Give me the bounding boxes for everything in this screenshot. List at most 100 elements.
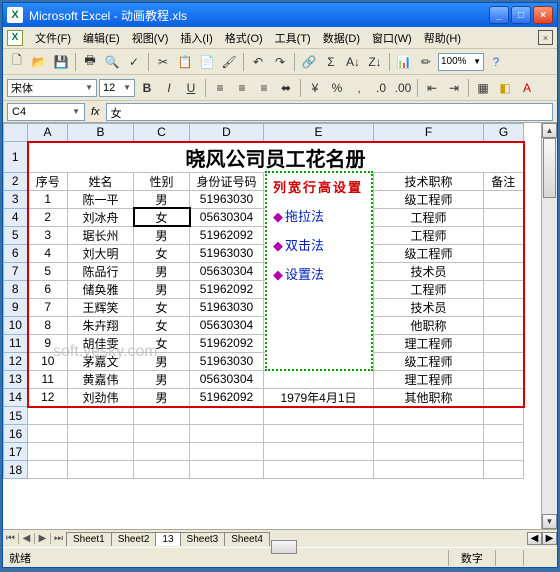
font-color-button[interactable]: A	[517, 78, 537, 98]
align-center-button[interactable]: ≡	[232, 78, 252, 98]
tab-13[interactable]: 13	[155, 532, 180, 546]
col-E[interactable]: E	[264, 124, 374, 142]
currency-button[interactable]: ¥	[305, 78, 325, 98]
scroll-up-button[interactable]: ▲	[542, 123, 557, 138]
tab-nav-last[interactable]: ⏭	[51, 533, 67, 544]
fx-icon[interactable]: fx	[91, 106, 100, 118]
help-button[interactable]: ?	[486, 52, 506, 72]
save-button[interactable]: 💾	[51, 52, 71, 72]
paste-button[interactable]: 📄	[197, 52, 217, 72]
tab-sheet1[interactable]: Sheet1	[66, 532, 112, 546]
scroll-thumb[interactable]	[543, 138, 556, 198]
menu-help[interactable]: 帮助(H)	[418, 28, 467, 48]
active-cell[interactable]: 女	[134, 208, 190, 226]
hscroll-thumb[interactable]	[271, 540, 297, 554]
copy-button[interactable]: 📋	[175, 52, 195, 72]
menu-window[interactable]: 窗口(W)	[366, 28, 418, 48]
cut-button[interactable]: ✂	[153, 52, 173, 72]
inc-indent-button[interactable]: ⇥	[444, 78, 464, 98]
tab-nav-prev[interactable]: ◀	[19, 533, 35, 544]
menu-insert[interactable]: 插入(I)	[174, 28, 218, 48]
col-G[interactable]: G	[484, 124, 524, 142]
hdr-id[interactable]: 身份证号码	[190, 172, 264, 190]
link-button[interactable]: 🔗	[299, 52, 319, 72]
title-bar[interactable]: X Microsoft Excel - 动画教程.xls _ □ ×	[3, 3, 557, 27]
workbook-icon[interactable]: X	[7, 30, 23, 46]
tab-nav-first[interactable]: ⏮	[3, 533, 19, 544]
formatting-toolbar: 宋体▼ 12▼ B I U ≡ ≡ ≡ ⬌ ¥ % , .0 .00 ⇤ ⇥ ▦…	[3, 75, 557, 101]
tab-nav-next[interactable]: ▶	[35, 533, 51, 544]
font-combo[interactable]: 宋体▼	[7, 79, 97, 97]
status-ready: 就绪	[9, 550, 31, 566]
hscroll-right[interactable]: ▶	[542, 532, 557, 545]
fill-color-button[interactable]: ◧	[495, 78, 515, 98]
bold-button[interactable]: B	[137, 78, 157, 98]
zoom-combo[interactable]: 100%▼	[438, 53, 484, 71]
menu-view[interactable]: 视图(V)	[126, 28, 175, 48]
borders-button[interactable]: ▦	[473, 78, 493, 98]
row-2[interactable]: 2	[4, 172, 28, 190]
dec-decimal-button[interactable]: .00	[393, 78, 413, 98]
tab-sheet4[interactable]: Sheet4	[224, 532, 270, 546]
underline-button[interactable]: U	[181, 78, 201, 98]
tooltip-popup: 列宽行高设置 ◆拖拉法 ◆双击法 ◆设置法	[265, 171, 373, 371]
print-button[interactable]: 🖶	[80, 52, 100, 72]
name-box[interactable]: C4▼	[7, 103, 85, 121]
row-1[interactable]: 1	[4, 142, 28, 173]
col-F[interactable]: F	[374, 124, 484, 142]
formula-input[interactable]: 女	[106, 103, 553, 121]
menu-edit[interactable]: 编辑(E)	[77, 28, 126, 48]
align-right-button[interactable]: ≡	[254, 78, 274, 98]
format-painter-button[interactable]: 🖌	[219, 52, 239, 72]
vertical-scrollbar[interactable]: ▲ ▼	[541, 123, 557, 529]
col-header-row[interactable]: A B C D E F G	[4, 124, 524, 142]
tooltip-item-3: ◆设置法	[273, 264, 365, 283]
sort-asc-button[interactable]: A↓	[343, 52, 363, 72]
hdr-remark[interactable]: 备注	[484, 172, 524, 190]
sheet-title[interactable]: 晓风公司员工花名册	[28, 142, 524, 173]
col-D[interactable]: D	[190, 124, 264, 142]
merge-button[interactable]: ⬌	[276, 78, 296, 98]
worksheet-grid[interactable]: A B C D E F G 1 晓风公司员工花名册 2 序号 姓名 性别 身份证…	[3, 123, 557, 529]
maximize-button[interactable]: □	[511, 6, 531, 24]
comma-button[interactable]: ,	[349, 78, 369, 98]
hdr-title[interactable]: 技术职称	[374, 172, 484, 190]
scroll-down-button[interactable]: ▼	[542, 514, 557, 529]
doc-close-button[interactable]: ×	[538, 30, 553, 45]
hdr-seq[interactable]: 序号	[28, 172, 68, 190]
col-A[interactable]: A	[28, 124, 68, 142]
undo-button[interactable]: ↶	[248, 52, 268, 72]
preview-button[interactable]: 🔍	[102, 52, 122, 72]
inc-decimal-button[interactable]: .0	[371, 78, 391, 98]
menu-format[interactable]: 格式(O)	[219, 28, 269, 48]
sort-desc-button[interactable]: Z↓	[365, 52, 385, 72]
select-all-corner[interactable]	[4, 124, 28, 142]
hdr-name[interactable]: 姓名	[68, 172, 134, 190]
spell-button[interactable]: ✓	[124, 52, 144, 72]
sum-button[interactable]: Σ	[321, 52, 341, 72]
open-button[interactable]: 📂	[29, 52, 49, 72]
col-C[interactable]: C	[134, 124, 190, 142]
percent-button[interactable]: %	[327, 78, 347, 98]
align-left-button[interactable]: ≡	[210, 78, 230, 98]
hscroll-left[interactable]: ◀	[527, 532, 542, 545]
new-button[interactable]: 🗋	[7, 52, 27, 72]
sheet-table[interactable]: A B C D E F G 1 晓风公司员工花名册 2 序号 姓名 性别 身份证…	[3, 123, 525, 479]
dec-indent-button[interactable]: ⇤	[422, 78, 442, 98]
menu-data[interactable]: 数据(D)	[317, 28, 366, 48]
tab-sheet2[interactable]: Sheet2	[111, 532, 157, 546]
chart-button[interactable]: 📊	[394, 52, 414, 72]
hdr-sex[interactable]: 性别	[134, 172, 190, 190]
italic-button[interactable]: I	[159, 78, 179, 98]
menu-tools[interactable]: 工具(T)	[269, 28, 317, 48]
drawing-button[interactable]: ✏	[416, 52, 436, 72]
tab-sheet3[interactable]: Sheet3	[180, 532, 226, 546]
close-button[interactable]: ×	[533, 6, 553, 24]
redo-button[interactable]: ↷	[270, 52, 290, 72]
menu-file[interactable]: 文件(F)	[29, 28, 77, 48]
size-combo[interactable]: 12▼	[99, 79, 135, 97]
formula-bar: C4▼ fx 女	[3, 101, 557, 123]
minimize-button[interactable]: _	[489, 6, 509, 24]
col-B[interactable]: B	[68, 124, 134, 142]
status-num: 数字	[448, 550, 495, 566]
